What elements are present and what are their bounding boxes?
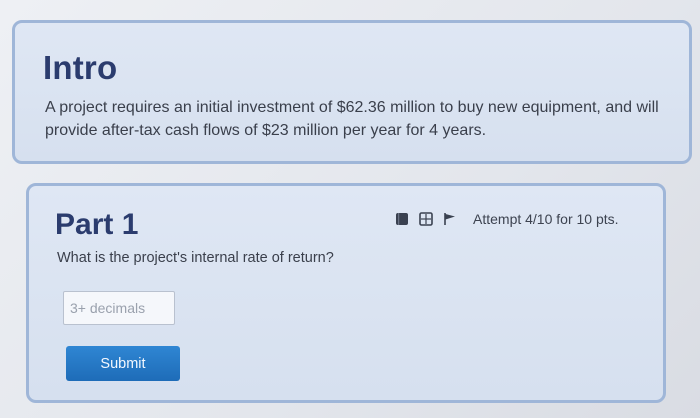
book-icon[interactable] [395, 212, 409, 226]
calculator-icon[interactable] [419, 212, 433, 226]
intro-text: A project requires an initial investment… [45, 99, 659, 139]
intro-card: Intro A project requires an initial inve… [12, 20, 692, 164]
question-toolbar: Attempt 4/10 for 10 pts. [395, 210, 619, 228]
part-title: Part 1 [55, 208, 139, 241]
intro-title: Intro [43, 49, 118, 86]
answer-input[interactable] [63, 291, 175, 325]
submit-button[interactable]: Submit [66, 346, 180, 381]
question-text: What is the project's internal rate of r… [57, 250, 334, 266]
flag-icon[interactable] [443, 212, 457, 226]
part-1-card: Part 1 Attempt 4/10 for 10 pts. What is … [26, 183, 666, 403]
attempt-status: Attempt 4/10 for 10 pts. [473, 211, 619, 227]
